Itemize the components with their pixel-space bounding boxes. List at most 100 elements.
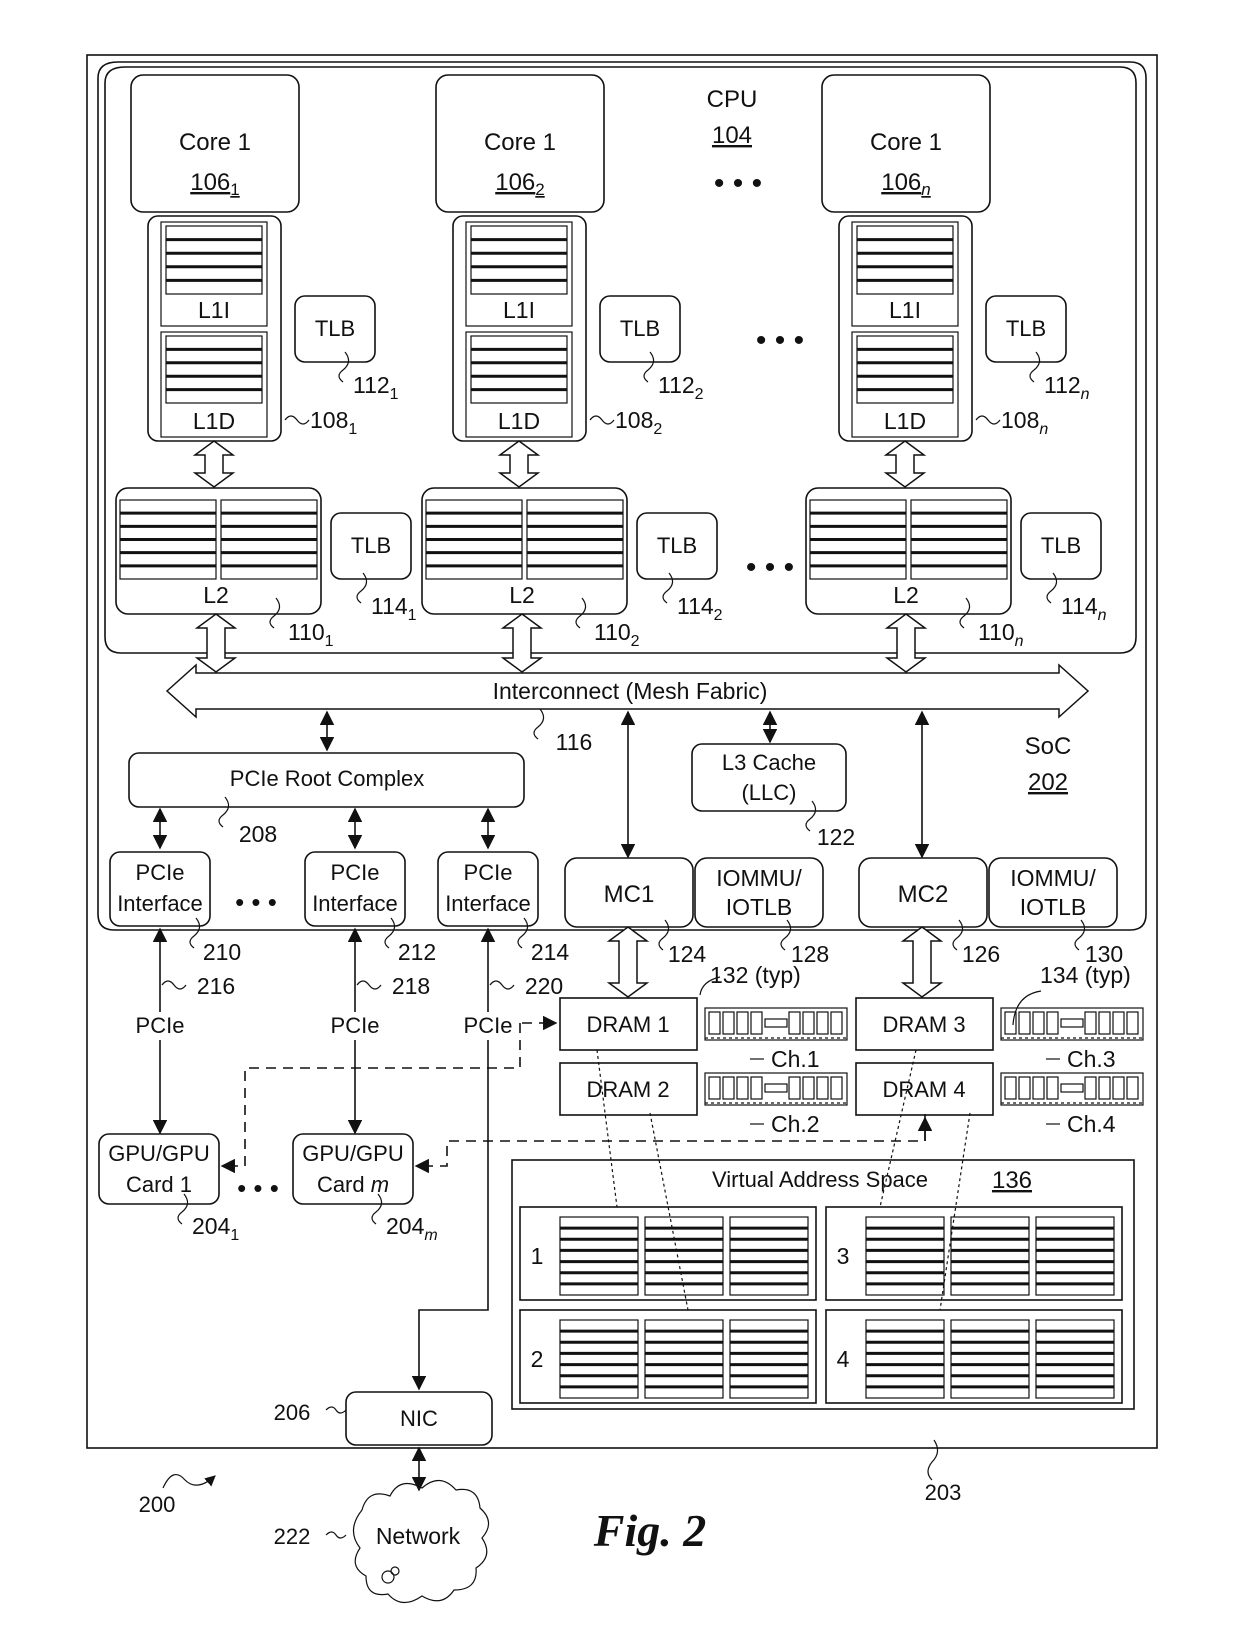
dimm-chip xyxy=(816,1011,829,1035)
l2-tlb-label: TLB xyxy=(351,533,391,558)
pcie-link-leader xyxy=(161,980,187,990)
l2-tlb-ref: 114n xyxy=(1061,593,1107,624)
dimm-notch xyxy=(1060,1083,1084,1093)
dimm-module xyxy=(704,1007,848,1041)
l2-tlb-ref-sub: n xyxy=(1098,607,1107,624)
gpu-line2: Card 1 xyxy=(126,1172,192,1197)
gpu-ref: 204m xyxy=(386,1213,438,1244)
dimm-chip xyxy=(722,1076,735,1100)
pcie-link-label: PCIe xyxy=(464,1013,513,1038)
vas-region: 4 xyxy=(825,1309,1123,1404)
dimm-chip xyxy=(802,1011,815,1035)
l1-ref-leader xyxy=(284,415,310,425)
dimm-chip xyxy=(750,1076,763,1100)
dimm-chip xyxy=(788,1011,801,1035)
pcie-interface-ref: 212 xyxy=(398,939,436,965)
pcie-interface-line2: Interface xyxy=(312,891,398,916)
l1-l2-arrow xyxy=(497,440,541,488)
l2-tlb-ref-sub: 2 xyxy=(714,607,723,624)
iommu-line2: IOTLB xyxy=(726,894,792,920)
dimm-typ-ref: 134 (typ) xyxy=(1040,962,1131,988)
network-cloud-swirl xyxy=(381,1570,395,1584)
dimm-chip xyxy=(1032,1076,1045,1100)
l1-ref-sub: 1 xyxy=(348,421,357,438)
dram-group: DRAM 1 Ch.1 DRAM 2 Ch.2 DRAM 3 Ch.3 DRAM 4 Ch.4… xyxy=(559,962,1144,1137)
dimm-chip xyxy=(722,1011,735,1035)
l2-ref-sub: 1 xyxy=(325,633,334,650)
l2-ref-base: 110 xyxy=(594,619,631,645)
l1-ref-base: 108 xyxy=(615,407,653,433)
dimm-notch xyxy=(764,1018,788,1028)
vas-region: 3 xyxy=(825,1206,1123,1301)
dimm-chip xyxy=(1084,1076,1097,1100)
dimm-chip xyxy=(708,1076,721,1100)
l1-tlb-label: TLB xyxy=(315,316,355,341)
dimm-chip xyxy=(1126,1076,1139,1100)
mc-ref: 126 xyxy=(962,941,1000,967)
l2-label: L2 xyxy=(893,582,919,608)
system-diagram: CPU 104 • • • • • • • • • Core 11061L1IL… xyxy=(86,54,1158,1604)
vas-region-box xyxy=(825,1206,1123,1301)
interconnect-ref: 116 xyxy=(556,729,593,755)
channel-label: Ch.1 xyxy=(771,1046,820,1072)
l1-ellipsis: • • • xyxy=(756,324,804,357)
dimm-chip xyxy=(1032,1011,1045,1035)
nic-ref: 206 xyxy=(274,1400,311,1425)
l1-tlb-ref: 1121 xyxy=(353,372,399,403)
dram-label: DRAM 3 xyxy=(882,1012,965,1037)
l1-tlb-ref-base: 112 xyxy=(658,372,695,398)
dimm-chip xyxy=(736,1076,749,1100)
vas-region: 2 xyxy=(519,1309,817,1404)
pcie-link-label: PCIe xyxy=(136,1013,185,1038)
dram-typ-ref: 132 (typ) xyxy=(710,962,801,988)
board-ref: 203 xyxy=(925,1480,962,1505)
vas-region-label: 1 xyxy=(531,1243,544,1269)
dimm-chip xyxy=(1112,1011,1125,1035)
cpu-label: CPU xyxy=(707,86,758,113)
l1-tlb-ref-base: 112 xyxy=(353,372,390,398)
vas-label: Virtual Address Space xyxy=(712,1167,928,1192)
dimm-chip xyxy=(830,1011,843,1035)
gpu-ellipsis: • • • xyxy=(237,1173,279,1203)
pcie-link-label: PCIe xyxy=(331,1013,380,1038)
l2-ellipsis: • • • xyxy=(746,551,794,584)
dimm-chip xyxy=(816,1076,829,1100)
pcie-interface: PCIe Interface212 218 PCIe xyxy=(304,807,436,1038)
dimm-chip xyxy=(1018,1011,1031,1035)
l1d-label: L1D xyxy=(884,408,926,434)
l2-label: L2 xyxy=(203,582,229,608)
network-leader xyxy=(325,1531,347,1539)
l2-interconnect-arrow xyxy=(194,613,238,673)
l2-tlb-ref: 1142 xyxy=(677,593,723,624)
core-label: Core 1 xyxy=(179,129,251,156)
core-ref-base: 106 xyxy=(881,169,921,196)
pcie-interface-line2: Interface xyxy=(117,891,203,916)
board-leader xyxy=(927,1439,939,1481)
dimm-chip xyxy=(1046,1011,1059,1035)
network-cloud-swirl-2 xyxy=(390,1566,400,1576)
pcie-interfaces-group: PCIeInterface210216PCIePCIeInterface2122… xyxy=(109,807,569,1391)
l1-ref: 1082 xyxy=(615,407,662,438)
l2-tlb-ref-base: 114 xyxy=(1061,593,1098,619)
pcie-link-leader xyxy=(489,980,515,990)
dimm-chip xyxy=(708,1011,721,1035)
pcie-link-ref: 216 xyxy=(197,973,235,999)
pcie-interface-line1: PCIe xyxy=(464,860,513,885)
core-label: Core 1 xyxy=(870,129,942,156)
l2-label: L2 xyxy=(509,582,535,608)
pcie-root-label: PCIe Root Complex xyxy=(230,766,424,791)
dimm-chip xyxy=(1112,1076,1125,1100)
l1-tlb-ref-sub: 2 xyxy=(695,386,704,403)
l2-ref: 110n xyxy=(978,619,1024,650)
vas-region-label: 3 xyxy=(837,1243,850,1269)
pcie-interface: PCIe Interface214 220 PCIe xyxy=(437,807,569,1038)
l1i-label: L1I xyxy=(198,297,230,323)
vas-region: 1 xyxy=(519,1206,817,1301)
dimm-chip xyxy=(1046,1076,1059,1100)
l2-tlb-ref-sub: 1 xyxy=(408,607,417,624)
l1-ref-sub: n xyxy=(1039,421,1048,438)
gpu-line2-text: Card 1 xyxy=(126,1172,192,1197)
l1-tlb-ref-sub: n xyxy=(1081,386,1090,403)
dimm-notch xyxy=(1060,1018,1084,1028)
l2-interconnect-arrow xyxy=(884,613,928,673)
